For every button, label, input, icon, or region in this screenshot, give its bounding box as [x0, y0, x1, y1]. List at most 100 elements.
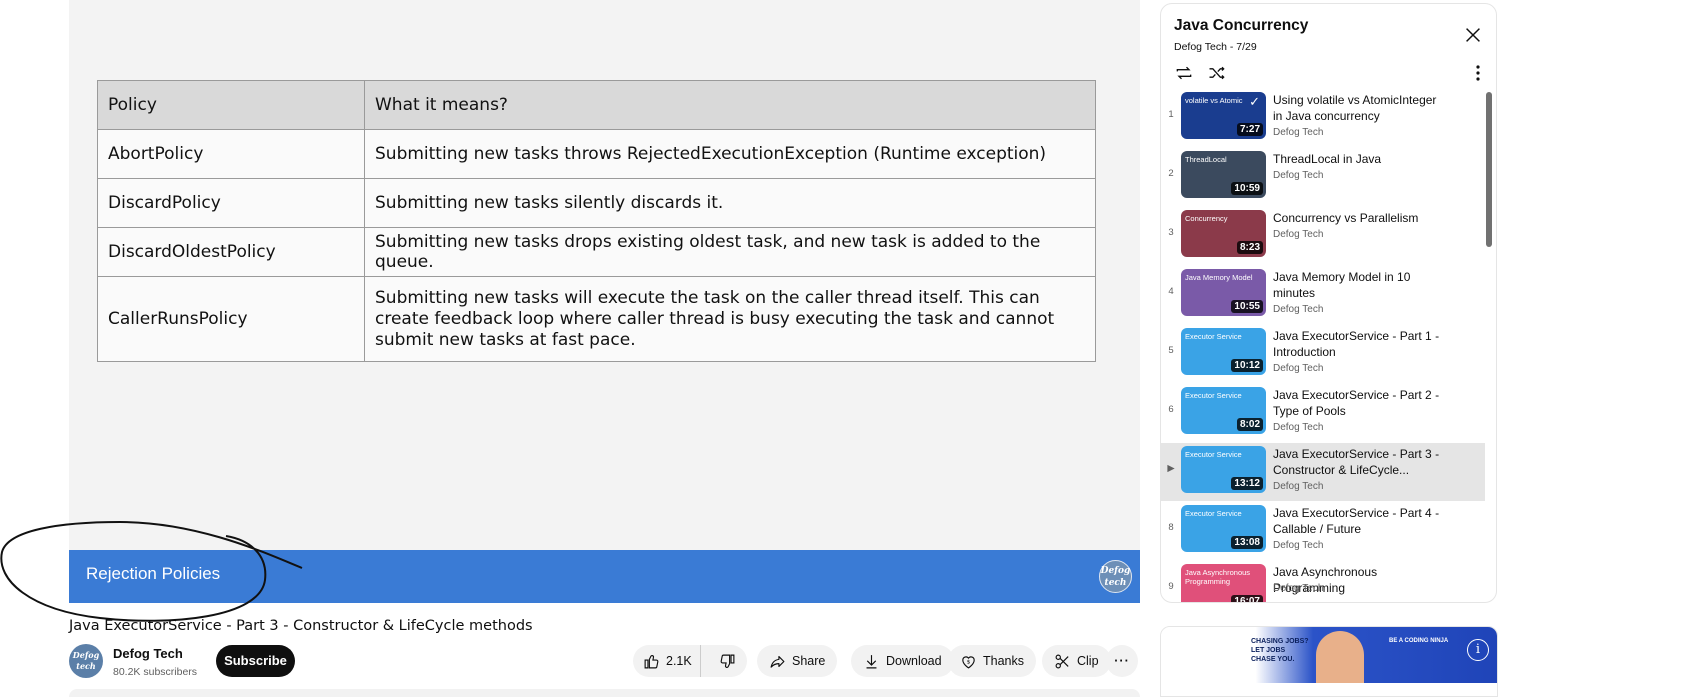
share-label: Share — [792, 654, 826, 668]
playlist-item-title[interactable]: Using volatile vs AtomicInteger in Java … — [1273, 92, 1448, 124]
more-vert-icon[interactable] — [1470, 64, 1486, 82]
playlist-item[interactable]: 5 Executor Service 10:12 Java ExecutorServi… — [1161, 325, 1485, 383]
playlist-item-channel: Defog Tech — [1273, 127, 1324, 138]
playlist-item-index: 2 — [1168, 168, 1174, 179]
thumbnail-label: Executor Service — [1185, 391, 1242, 400]
description-box[interactable] — [69, 689, 1140, 697]
loop-icon[interactable] — [1174, 63, 1194, 83]
playlist-item-channel: Defog Tech — [1273, 229, 1324, 240]
channel-name[interactable]: Defog Tech — [113, 646, 183, 661]
like-count: 2.1K — [666, 654, 692, 668]
duration-badge: 10:59 — [1231, 182, 1263, 195]
duration-badge: 10:12 — [1231, 359, 1263, 372]
thumbnail[interactable]: volatile vs Atomic ✓ 7:27 — [1181, 92, 1266, 139]
playlist-item[interactable]: ▶ Executor Service 13:12 Java ExecutorServi… — [1161, 443, 1485, 501]
clip-button[interactable]: Clip — [1042, 645, 1111, 677]
download-button[interactable]: Download — [851, 645, 954, 677]
info-icon[interactable]: i — [1467, 639, 1489, 661]
playlist-title[interactable]: Java Concurrency — [1174, 17, 1308, 35]
thumbnail[interactable]: ThreadLocal 10:59 — [1181, 151, 1266, 198]
subscriber-count: 80.2K subscribers — [113, 666, 198, 678]
duration-badge: 16:07 — [1231, 595, 1263, 602]
playlist-item-channel: Defog Tech — [1273, 170, 1324, 181]
video-player[interactable]: Policy What it means? AbortPolicy Submit… — [69, 0, 1140, 603]
table-cell: Submitting new tasks drops existing olde… — [364, 227, 1096, 277]
download-label: Download — [886, 654, 942, 668]
playlist-item[interactable]: 1 volatile vs Atomic ✓ 7:27 Using volatile v… — [1161, 89, 1485, 147]
table-row: DiscardPolicy Submitting new tasks silen… — [97, 178, 1096, 228]
playlist-item-title[interactable]: Java ExecutorService - Part 1 - Introduc… — [1273, 328, 1448, 360]
thumbnail-label: volatile vs Atomic — [1185, 96, 1243, 105]
thumbnail[interactable]: Executor Service 13:08 — [1181, 505, 1266, 552]
playlist-item-index: 1 — [1168, 109, 1174, 120]
playlist-item-channel: Defog Tech — [1273, 422, 1324, 433]
table-cell: CallerRunsPolicy — [97, 276, 365, 362]
thumbnail[interactable]: Executor Service 13:12 — [1181, 446, 1266, 493]
ad-left-text: CHASING JOBS? LET JOBS CHASE YOU. — [1251, 638, 1309, 663]
playlist-item-index: 8 — [1168, 522, 1174, 533]
thanks-button[interactable]: $ Thanks — [948, 645, 1036, 677]
policy-table: Policy What it means? AbortPolicy Submit… — [97, 80, 1096, 362]
table-row: DiscardOldestPolicy Submitting new tasks… — [97, 227, 1096, 277]
playlist-item-channel: Defog Tech — [1273, 481, 1324, 492]
playlist-item-title[interactable]: ThreadLocal in Java — [1273, 151, 1448, 167]
table-cell: Submitting new tasks throws RejectedExec… — [364, 129, 1096, 179]
channel-watermark: Defog tech — [1099, 560, 1132, 593]
playlist-item-title[interactable]: Java ExecutorService - Part 2 - Type of … — [1273, 387, 1448, 419]
playlist-item-title[interactable]: Java Memory Model in 10 minutes — [1273, 269, 1448, 301]
clip-label: Clip — [1077, 654, 1099, 668]
scissors-icon — [1055, 654, 1069, 668]
thumbnail-label: ThreadLocal — [1185, 155, 1227, 164]
duration-badge: 8:02 — [1236, 418, 1263, 431]
playlist-panel: Java Concurrency Defog Tech - 7/29 1 vola… — [1160, 3, 1497, 603]
thumbnail[interactable]: Concurrency 8:23 — [1181, 210, 1266, 257]
playlist-scrollbar[interactable] — [1486, 92, 1492, 247]
table-row: CallerRunsPolicy Submitting new tasks wi… — [97, 276, 1096, 362]
playlist-item-index: 9 — [1168, 581, 1174, 592]
playlist-item-channel: Defog Tech — [1273, 540, 1324, 551]
video-slide: Policy What it means? AbortPolicy Submit… — [69, 0, 1140, 550]
slide-footer-title: Rejection Policies — [86, 564, 221, 583]
thumbnail-label: Java Memory Model — [1185, 273, 1253, 282]
youtube-watch-page: Policy What it means? AbortPolicy Submit… — [0, 0, 1692, 697]
svg-text:$: $ — [967, 659, 971, 665]
ad-person-image — [1316, 631, 1364, 683]
avatar[interactable]: Defog tech — [69, 644, 103, 678]
playlist-item[interactable]: 4 Java Memory Model 10:55 Java Memory Model… — [1161, 266, 1485, 324]
playlist-item-title[interactable]: Java ExecutorService - Part 3 - Construc… — [1273, 446, 1448, 478]
thumbnail[interactable]: Executor Service 8:02 — [1181, 387, 1266, 434]
table-header-cell: What it means? — [364, 80, 1096, 130]
thumbnail[interactable]: Executor Service 10:12 — [1181, 328, 1266, 375]
watched-check-icon: ✓ — [1249, 95, 1260, 110]
duration-badge: 13:12 — [1231, 477, 1263, 490]
dislike-button[interactable] — [707, 645, 747, 677]
shuffle-icon[interactable] — [1207, 63, 1227, 83]
playlist-item[interactable]: 3 Concurrency 8:23 Concurrency vs Paralleli… — [1161, 207, 1485, 265]
thumbnail[interactable]: Java Memory Model 10:55 — [1181, 269, 1266, 316]
duration-badge: 7:27 — [1236, 123, 1263, 136]
playlist-item-index: ▶ — [1167, 463, 1175, 474]
thumbnail[interactable]: Java Asynchronous Programming 16:07 — [1181, 564, 1266, 602]
playlist-item-index: 5 — [1168, 345, 1174, 356]
ad-banner[interactable]: CHASING JOBS? LET JOBS CHASE YOU. BE A C… — [1160, 626, 1498, 697]
video-title: Java ExecutorService - Part 3 - Construc… — [69, 618, 533, 634]
slide-footer: Rejection Policies Defog tech — [69, 550, 1140, 603]
channel-row: Defog tech Defog Tech 80.2K subscribers … — [69, 644, 1140, 680]
thumbs-up-icon — [644, 654, 659, 668]
more-actions-button[interactable]: ··· — [1106, 645, 1138, 677]
playlist-item[interactable]: 9 Java Asynchronous Programming 16:07 Java … — [1161, 561, 1485, 602]
playlist-item-title[interactable]: Concurrency vs Parallelism — [1273, 210, 1448, 226]
share-button[interactable]: Share — [757, 645, 838, 677]
playlist-item[interactable]: 6 Executor Service 8:02 Java ExecutorServic… — [1161, 384, 1485, 442]
playlist-item-title[interactable]: Java ExecutorService - Part 4 - Callable… — [1273, 505, 1448, 537]
subscribe-button[interactable]: Subscribe — [216, 645, 295, 677]
close-icon[interactable] — [1462, 24, 1484, 46]
like-button[interactable]: 2.1K — [633, 645, 702, 677]
playlist-item[interactable]: 2 ThreadLocal 10:59 ThreadLocal in Java Defo… — [1161, 148, 1485, 206]
playlist-item[interactable]: 8 Executor Service 13:08 Java ExecutorServi… — [1161, 502, 1485, 560]
thumbs-down-icon — [720, 654, 735, 668]
ad-image: CHASING JOBS? LET JOBS CHASE YOU. BE A C… — [1161, 627, 1497, 683]
table-cell: DiscardOldestPolicy — [97, 227, 365, 277]
duration-badge: 10:55 — [1231, 300, 1263, 313]
download-icon — [866, 654, 877, 668]
